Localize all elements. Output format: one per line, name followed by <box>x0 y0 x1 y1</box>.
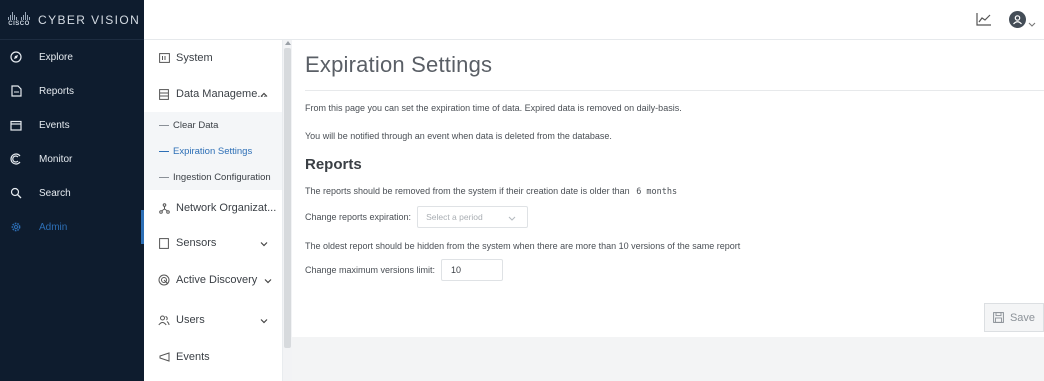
subnav-label: Active Discovery <box>176 274 258 286</box>
search-icon <box>9 186 23 200</box>
child-label: Expiration Settings <box>173 145 253 157</box>
megaphone-icon <box>158 351 170 363</box>
nav-label: Search <box>39 187 71 199</box>
nav-monitor[interactable]: Monitor <box>0 142 144 176</box>
nav-explore[interactable]: Explore <box>0 40 144 74</box>
chevron-down-icon <box>260 316 268 324</box>
subnav-label: Sensors <box>176 237 217 249</box>
subnav-scrollbar[interactable] <box>283 40 292 381</box>
subnav-users[interactable]: Users <box>144 300 282 340</box>
child-label: Clear Data <box>173 119 219 131</box>
data-management-children: Clear Data Expiration Settings Ingestion… <box>144 112 282 190</box>
subnav-label: Users <box>176 314 205 326</box>
nav-label: Events <box>39 119 70 131</box>
subnav-active-discovery[interactable]: Active Discovery <box>144 260 282 300</box>
chevron-up-icon <box>260 90 268 98</box>
max-versions-label: Change maximum versions limit: <box>305 265 436 275</box>
subnav-label: Network Organizat... <box>176 202 277 214</box>
divider <box>305 90 1044 91</box>
child-label: Ingestion Configuration <box>173 171 271 183</box>
subnav-system[interactable]: System <box>144 40 282 76</box>
reports-expiration-value: 6 months <box>636 187 678 197</box>
period-select[interactable]: Select a period <box>417 206 529 228</box>
chevron-down-icon <box>260 239 268 247</box>
sensor-icon <box>158 237 170 249</box>
subnav-label: System <box>176 52 213 64</box>
scroll-up-arrow-icon[interactable] <box>285 41 291 45</box>
section-title-reports: Reports <box>305 156 362 173</box>
subnav-data-management[interactable]: Data Manageme... <box>144 76 282 112</box>
report-icon <box>9 84 23 98</box>
main-navigation: CISCO CYBER VISION Explore Reports Event… <box>0 0 144 381</box>
reports-expiration-text: The reports should be removed from the s… <box>305 186 677 197</box>
reports-expiration-label: The reports should be removed from the s… <box>305 186 630 196</box>
system-icon <box>158 52 170 64</box>
subnav-label: Events <box>176 351 210 363</box>
nav-reports[interactable]: Reports <box>0 74 144 108</box>
cisco-logo: CISCO <box>6 9 32 31</box>
gear-icon <box>9 220 23 234</box>
user-avatar-icon[interactable] <box>1009 11 1026 28</box>
nav-label: Admin <box>39 221 68 233</box>
main-content: Expiration Settings From this page you c… <box>292 40 1044 381</box>
users-icon <box>158 314 170 326</box>
nav-label: Monitor <box>39 153 73 165</box>
chevron-down-icon <box>508 214 516 221</box>
subnav-network-organization[interactable]: Network Organizat... <box>144 190 282 226</box>
save-button[interactable]: Save <box>984 303 1044 332</box>
subnav-events[interactable]: Events <box>144 340 282 374</box>
compass-icon <box>9 50 23 64</box>
product-name: CYBER VISION <box>38 12 141 27</box>
nav-label: Explore <box>39 51 73 63</box>
scrollbar-thumb[interactable] <box>284 48 291 348</box>
network-icon <box>158 202 170 214</box>
database-icon <box>158 88 170 100</box>
nav-admin[interactable]: Admin <box>0 210 144 244</box>
select-placeholder: Select a period <box>426 212 483 222</box>
line-chart-icon[interactable] <box>976 12 992 26</box>
app-root: CISCO CYBER VISION Explore Reports Event… <box>0 0 1044 381</box>
radar-icon <box>158 274 170 286</box>
admin-subnav: System Data Manageme... Clear Data Expir… <box>144 40 283 381</box>
oldest-report-text: The oldest report should be hidden from … <box>305 241 741 251</box>
top-header <box>144 0 1044 40</box>
chevron-down-icon <box>264 276 272 284</box>
nav-events[interactable]: Events <box>0 108 144 142</box>
subnav-expiration-settings[interactable]: Expiration Settings <box>144 138 282 164</box>
max-versions-row: Change maximum versions limit: <box>305 259 504 281</box>
notify-text: You will be notified through an event wh… <box>305 131 612 141</box>
page-title: Expiration Settings <box>305 52 493 77</box>
brand: CISCO CYBER VISION <box>0 0 144 40</box>
subnav-label: Data Manageme... <box>176 88 267 100</box>
change-expiration-row: Change reports expiration: Select a peri… <box>305 206 529 228</box>
save-label: Save <box>1009 311 1036 324</box>
nav-search[interactable]: Search <box>0 176 144 210</box>
subnav-sensors[interactable]: Sensors <box>144 226 282 260</box>
calendar-icon <box>9 118 23 132</box>
expiration-settings-panel: Expiration Settings From this page you c… <box>292 40 1044 337</box>
change-expiration-label: Change reports expiration: <box>305 212 412 222</box>
monitor-icon <box>9 152 23 166</box>
subnav-ingestion-configuration[interactable]: Ingestion Configuration <box>144 164 282 190</box>
subnav-clear-data[interactable]: Clear Data <box>144 112 282 138</box>
chevron-down-icon[interactable] <box>1028 15 1036 27</box>
save-icon <box>993 312 1004 323</box>
max-versions-input[interactable] <box>441 259 504 281</box>
nav-label: Reports <box>39 85 75 97</box>
intro-text: From this page you can set the expiratio… <box>305 103 682 113</box>
